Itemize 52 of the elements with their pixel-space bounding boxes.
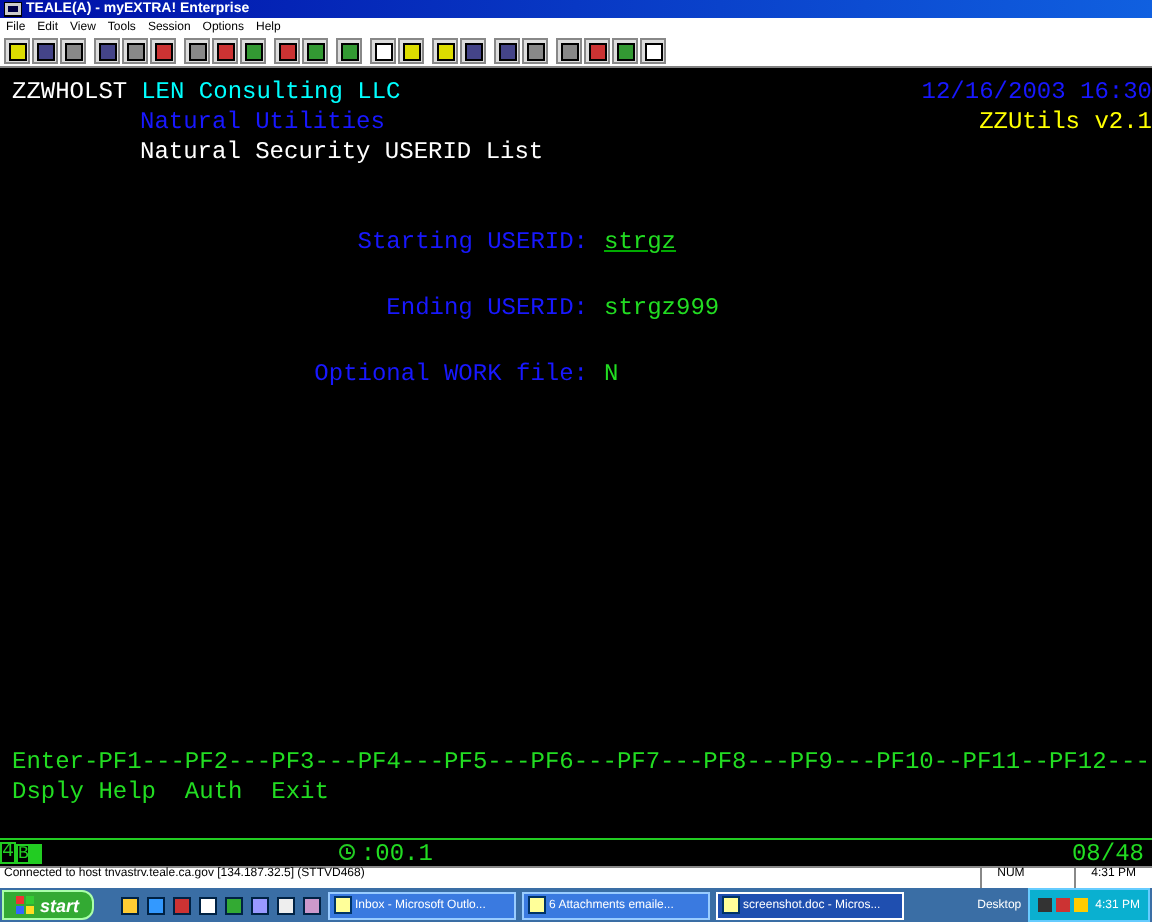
function-key-line: Enter-PF1---PF2---PF3---PF4---PF5---PF6---PF7---PF8---PF9---PF10--PF11--PF12--- xyxy=(12,748,1150,778)
date-time: 12/16/2003 16:30 xyxy=(921,78,1152,108)
terminal-icon xyxy=(4,1,22,17)
quick-launch-icon[interactable] xyxy=(301,895,322,915)
toolbar-button[interactable] xyxy=(584,38,610,64)
screen-heading: Natural Security USERID List xyxy=(140,138,544,168)
field-label: Ending USERID: xyxy=(384,294,588,324)
quick-launch-icon[interactable] xyxy=(119,895,140,915)
toolbar-button[interactable] xyxy=(4,38,30,64)
app-icon xyxy=(721,896,740,914)
toolbar-button[interactable] xyxy=(60,38,86,64)
toolbar-button[interactable] xyxy=(150,38,176,64)
windows-logo-icon xyxy=(16,896,36,914)
toolbar-button[interactable] xyxy=(32,38,58,64)
clock-icon xyxy=(338,842,357,864)
app-icon xyxy=(333,896,352,914)
toolbar-button[interactable] xyxy=(432,38,458,64)
quick-launch-icon[interactable] xyxy=(249,895,270,915)
toolbar-button[interactable] xyxy=(302,38,328,64)
toolbar-button[interactable] xyxy=(522,38,548,64)
input-field[interactable]: strgz999 xyxy=(604,294,764,324)
toolbar-button[interactable] xyxy=(494,38,520,64)
toolbar-button[interactable] xyxy=(122,38,148,64)
toolbar-button[interactable] xyxy=(612,38,638,64)
toolbar-button[interactable] xyxy=(398,38,424,64)
cursor-position: 08/48 xyxy=(1071,839,1146,867)
program-name: ZZWHOLST xyxy=(12,78,128,108)
input-field[interactable]: strgz xyxy=(604,228,764,258)
toolbar-button[interactable] xyxy=(184,38,210,64)
input-field[interactable]: N xyxy=(604,360,764,390)
company-name: LEN Consulting LLC xyxy=(141,78,401,108)
toolbar-button[interactable] xyxy=(94,38,120,64)
session-indicator: 4 xyxy=(0,842,17,864)
field-label: Optional WORK file: xyxy=(312,360,588,390)
app-icon xyxy=(527,896,546,914)
field-label: Starting USERID: xyxy=(355,228,588,258)
toolbar-button[interactable] xyxy=(240,38,266,64)
subtitle: Natural Utilities xyxy=(140,108,385,138)
toolbar-button[interactable] xyxy=(274,38,300,64)
toolbar-button[interactable] xyxy=(640,38,666,64)
toolbar-button[interactable] xyxy=(212,38,238,64)
function-key-labels: Dsply Help Auth Exit xyxy=(12,778,329,808)
cursor-block xyxy=(30,843,43,863)
quick-launch-icon[interactable] xyxy=(275,895,296,915)
quick-launch-icon[interactable] xyxy=(197,895,218,915)
toolbar-button[interactable] xyxy=(370,38,396,64)
version-label: ZZUtils v2.1 xyxy=(979,108,1152,138)
toolbar-button[interactable] xyxy=(556,38,582,64)
tray-icons-drawing xyxy=(1037,896,1090,914)
toolbar-button[interactable] xyxy=(460,38,486,64)
toolbar-button[interactable] xyxy=(336,38,362,64)
response-timer: :00.1 xyxy=(360,839,433,867)
